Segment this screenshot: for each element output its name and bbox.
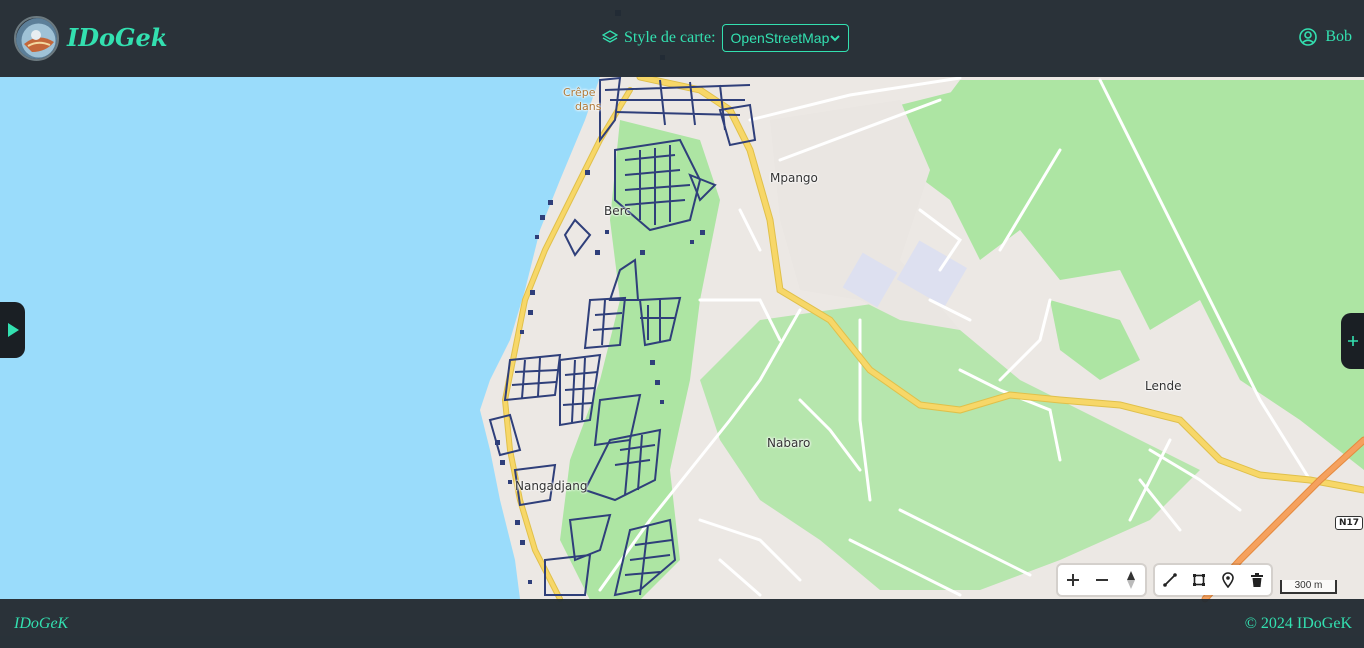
play-icon — [7, 323, 19, 337]
left-panel-toggle[interactable] — [0, 302, 25, 358]
chevron-down-icon — [829, 35, 840, 42]
place-label-mpango: Mpango — [770, 171, 818, 185]
user-name: Bob — [1325, 28, 1352, 45]
compass-icon — [1126, 571, 1135, 589]
map-style-label: Style de carte: — [624, 29, 716, 46]
map-marker-icon — [1221, 572, 1234, 588]
footer-copyright: © 2024 IDoGeK — [1244, 615, 1352, 632]
compass-button[interactable] — [1116, 565, 1145, 595]
map-style-selected: OpenStreetMap — [730, 30, 830, 46]
map-scale-bar: 300 m — [1280, 580, 1337, 594]
layers-icon — [602, 30, 618, 43]
zoom-in-button[interactable] — [1058, 565, 1087, 595]
map-style-select[interactable]: OpenStreetMap — [721, 24, 849, 52]
app-logo[interactable] — [14, 16, 59, 61]
plus-icon — [1347, 336, 1358, 346]
place-label-lende: Lende — [1145, 379, 1182, 393]
place-label-nangadjang: Nangadjang — [515, 479, 588, 493]
zoom-out-button[interactable] — [1087, 565, 1116, 595]
draw-point-button[interactable] — [1213, 565, 1242, 595]
right-panel-toggle[interactable] — [1341, 313, 1364, 369]
map-canvas[interactable]: Mpango Lende Nabaro Nangadjang Berc Crêp… — [0, 0, 1364, 648]
trash-icon — [1250, 573, 1263, 587]
top-bar: IDoGek Style de carte: OpenStreetMap Bob — [0, 0, 1364, 77]
app-brand[interactable]: IDoGek — [67, 23, 167, 52]
delete-feature-button[interactable] — [1242, 565, 1271, 595]
place-label-nabaro: Nabaro — [767, 436, 811, 450]
place-label-crepe: Crêpe — [563, 86, 596, 99]
zoom-out-icon — [1095, 579, 1108, 581]
draw-polygon-button[interactable] — [1184, 565, 1213, 595]
user-menu[interactable]: Bob — [1299, 28, 1352, 46]
zoom-in-icon — [1066, 574, 1079, 586]
draw-controls — [1155, 565, 1271, 595]
draw-line-icon — [1162, 573, 1177, 587]
road-shield-n17: N17 — [1335, 516, 1363, 530]
place-label-berc: Berc — [604, 204, 631, 218]
user-circle-icon — [1299, 28, 1318, 46]
footer: IDoGeK © 2024 IDoGeK — [0, 599, 1364, 648]
map-style-switcher: Style de carte: OpenStreetMap — [602, 24, 849, 52]
draw-polygon-icon — [1192, 574, 1205, 586]
footer-brand: IDoGeK — [14, 615, 69, 632]
navigation-controls — [1058, 565, 1145, 595]
place-label-crepe-dans: dans — [575, 100, 602, 113]
app-root: Mpango Lende Nabaro Nangadjang Berc Crêp… — [0, 0, 1364, 648]
draw-line-button[interactable] — [1155, 565, 1184, 595]
